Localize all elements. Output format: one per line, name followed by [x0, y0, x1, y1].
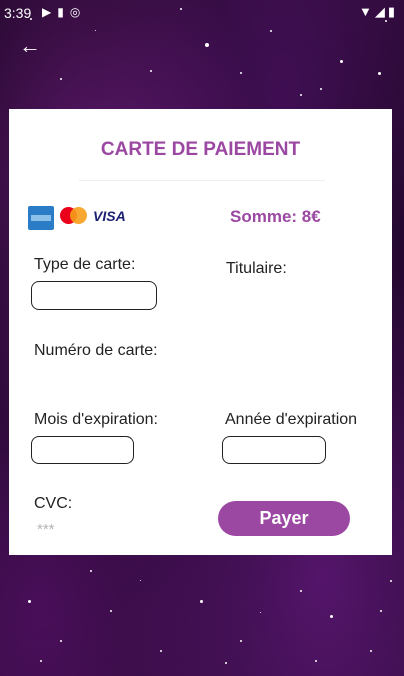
star: [300, 590, 302, 592]
card-type-field[interactable]: [31, 281, 157, 310]
battery-icon: ▮: [387, 4, 398, 19]
card-type-label: Type de carte:: [34, 256, 136, 273]
star: [260, 612, 261, 613]
star: [60, 78, 62, 80]
pay-button[interactable]: Payer: [218, 501, 350, 536]
star: [380, 610, 382, 612]
star: [28, 600, 31, 603]
star: [110, 610, 112, 612]
data-saver-icon: ◎: [69, 5, 87, 19]
visa-logo: VISA: [93, 208, 126, 224]
star: [340, 60, 343, 63]
status-bar: 3:39 ▶▮◎ ▼◢▮: [0, 0, 404, 26]
star: [370, 650, 372, 652]
star: [270, 30, 272, 32]
star: [300, 94, 302, 96]
mastercard-logo: [59, 206, 87, 230]
status-time: 3:39: [4, 5, 32, 21]
cvc-field[interactable]: ***: [37, 521, 55, 538]
star: [225, 662, 227, 664]
card-number-label: Numéro de carte:: [34, 342, 158, 359]
star: [390, 580, 392, 582]
star: [140, 580, 141, 581]
holder-label: Titulaire:: [226, 260, 287, 277]
wifi-icon: ▼: [358, 4, 375, 19]
star: [320, 88, 322, 90]
sd-card-icon: ▮: [57, 5, 70, 19]
amount-label: Somme: 8€: [230, 207, 321, 226]
star: [205, 43, 209, 47]
exp-year-label: Année d'expiration: [225, 411, 358, 428]
play-icon: ▶: [42, 5, 58, 19]
star: [200, 600, 203, 603]
status-left-icons: ▶▮◎: [42, 5, 86, 19]
card-title: CARTE DE PAIEMENT: [100, 139, 301, 160]
back-button[interactable]: ←: [16, 33, 44, 59]
exp-year-field[interactable]: [222, 436, 326, 464]
star: [90, 570, 92, 572]
status-right-icons: ▼◢▮: [359, 4, 398, 20]
star: [160, 650, 162, 652]
exp-month-label: Mois d'expiration:: [34, 411, 158, 428]
star: [40, 660, 42, 662]
cvc-label: CVC:: [34, 495, 73, 512]
payment-card: CARTE DE PAIEMENT VISA Somme: 8€ Type de…: [9, 109, 392, 555]
star: [95, 30, 96, 31]
star: [60, 640, 62, 642]
star: [378, 72, 381, 75]
amex-logo: [28, 206, 54, 230]
star: [150, 70, 152, 72]
star: [330, 615, 333, 618]
star: [240, 72, 242, 74]
signal-icon: ◢: [374, 4, 388, 19]
title-divider: [79, 180, 325, 181]
star: [240, 640, 242, 642]
exp-month-field[interactable]: [31, 436, 134, 464]
arrow-left-icon: ←: [19, 33, 41, 58]
star: [315, 660, 317, 662]
